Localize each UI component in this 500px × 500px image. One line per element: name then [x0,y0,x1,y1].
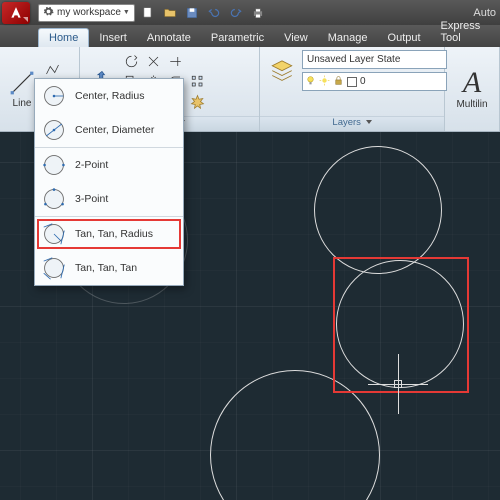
tan-tan-radius-icon [41,221,67,247]
menu-item-label: Tan, Tan, Radius [75,228,153,240]
menu-3-point[interactable]: 3-Point [35,182,183,217]
multiline-text-label: Multilin [456,99,487,110]
title-bar: my workspace ▼ Auto [0,0,500,25]
tab-output[interactable]: Output [378,29,431,47]
tab-express-tools[interactable]: Express Tool [431,17,500,47]
current-layer-name: 0 [360,76,366,87]
sun-icon [319,75,330,89]
array-tool[interactable] [187,73,207,91]
polyline-tool[interactable] [42,60,62,78]
layer-state-dropdown[interactable]: Unsaved Layer State [302,50,447,69]
line-label: Line [13,98,32,109]
tab-manage[interactable]: Manage [318,29,378,47]
gear-icon [43,6,54,20]
center-radius-icon [41,83,67,109]
three-point-icon [41,186,67,212]
lock-icon [333,75,344,89]
tab-view[interactable]: View [274,29,318,47]
menu-item-label: Center, Diameter [75,124,154,136]
circle-tool-dropdown: Center, Radius Center, Diameter 2-Point … [34,78,184,286]
center-diameter-icon [41,117,67,143]
tab-annotate[interactable]: Annotate [137,29,201,47]
layer-dropdown[interactable]: 0 [302,72,447,91]
layer-state-text: Unsaved Layer State [307,54,400,65]
drawn-circle[interactable] [314,146,442,274]
menu-item-label: Center, Radius [75,90,144,102]
workspace-label: my workspace [57,7,121,18]
two-point-icon [41,152,67,178]
qat-undo-button[interactable] [204,4,224,22]
panel-title-layers[interactable]: Layers [260,116,444,131]
color-swatch [347,77,357,87]
tan-tan-tan-icon [41,255,67,281]
menu-center-diameter[interactable]: Center, Diameter [35,113,183,148]
menu-center-radius[interactable]: Center, Radius [35,79,183,113]
qat-new-button[interactable] [138,4,158,22]
tab-parametric[interactable]: Parametric [201,29,274,47]
qat-open-button[interactable] [160,4,180,22]
qat-redo-button[interactable] [226,4,246,22]
text-tool[interactable]: A [463,69,481,96]
qat-print-button[interactable] [248,4,268,22]
menu-item-label: 2-Point [75,159,108,171]
menu-2-point[interactable]: 2-Point [35,148,183,182]
lightbulb-icon [305,75,316,89]
tab-insert[interactable]: Insert [89,29,137,47]
menu-tan-tan-tan[interactable]: Tan, Tan, Tan [35,251,183,285]
menu-tan-tan-radius[interactable]: Tan, Tan, Radius [35,217,183,251]
layer-properties-button[interactable] [265,50,299,84]
app-menu-button[interactable] [2,2,30,24]
extend-tool[interactable] [165,53,185,71]
tab-home[interactable]: Home [38,28,89,47]
ribbon-tabs: Home Insert Annotate Parametric View Man… [0,25,500,47]
annotation-highlight-box [333,257,469,393]
qat-save-button[interactable] [182,4,202,22]
explode-tool[interactable] [187,93,207,111]
workspace-selector[interactable]: my workspace ▼ [38,4,135,22]
rotate-tool[interactable] [121,53,141,71]
chevron-down-icon: ▼ [123,9,130,16]
menu-item-label: 3-Point [75,193,108,205]
trim-tool[interactable] [143,53,163,71]
menu-item-label: Tan, Tan, Tan [75,262,137,274]
